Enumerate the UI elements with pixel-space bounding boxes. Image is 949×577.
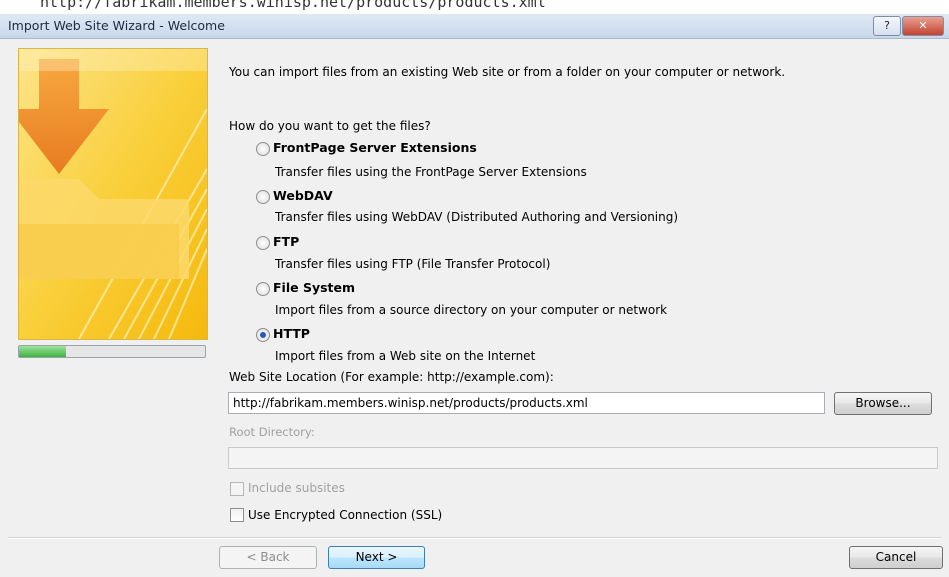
root-directory-label: Root Directory: [229,425,315,439]
location-label: Web Site Location (For example: http://e… [229,370,554,384]
option-label-file-system[interactable]: File System [273,280,355,295]
include-subsites-checkbox[interactable] [230,482,244,496]
option-label-webdav[interactable]: WebDAV [273,188,333,203]
root-directory-input[interactable] [228,447,938,469]
footer-divider [8,537,941,539]
title-bar: Import Web Site Wizard - Welcome ? ✕ [0,14,949,39]
radio-webdav[interactable] [256,190,270,204]
radio-frontpage[interactable] [256,142,270,156]
browse-button[interactable]: Browse... [834,392,932,415]
background-url-strip: http://fabrikam.members.winisp.net/produ… [0,0,949,14]
background-url-text: http://fabrikam.members.winisp.net/produ… [40,0,546,11]
progress-fill [19,346,66,357]
option-desc-file-system: Import files from a source directory on … [275,303,668,317]
help-icon: ? [884,19,890,32]
help-button[interactable]: ? [873,16,901,36]
next-button[interactable]: Next > [328,546,425,569]
question-text: How do you want to get the files? [229,119,431,133]
radio-file-system[interactable] [256,282,270,296]
location-input[interactable]: http://fabrikam.members.winisp.net/produ… [228,392,825,414]
back-button[interactable]: < Back [219,546,317,569]
option-desc-webdav: Transfer files using WebDAV (Distributed… [275,210,679,224]
wizard-progress-bar [18,345,206,358]
ssl-checkbox[interactable] [230,508,244,522]
option-desc-frontpage: Transfer files using the FrontPage Serve… [275,165,587,179]
option-desc-ftp: Transfer files using FTP (File Transfer … [275,257,551,271]
option-label-http[interactable]: HTTP [273,326,310,341]
option-label-ftp[interactable]: FTP [273,234,299,249]
option-desc-http: Import files from a Web site on the Inte… [275,349,536,363]
radio-http[interactable] [256,328,270,342]
close-icon: ✕ [918,19,928,32]
wizard-banner-image [18,48,208,340]
ssl-label[interactable]: Use Encrypted Connection (SSL) [248,508,442,522]
option-label-frontpage[interactable]: FrontPage Server Extensions [273,140,477,155]
include-subsites-label: Include subsites [248,481,345,495]
radio-ftp[interactable] [256,236,270,250]
close-button[interactable]: ✕ [902,16,944,36]
window-title: Import Web Site Wizard - Welcome [8,18,225,33]
intro-text: You can import files from an existing We… [229,65,786,79]
cancel-button[interactable]: Cancel [849,546,943,569]
